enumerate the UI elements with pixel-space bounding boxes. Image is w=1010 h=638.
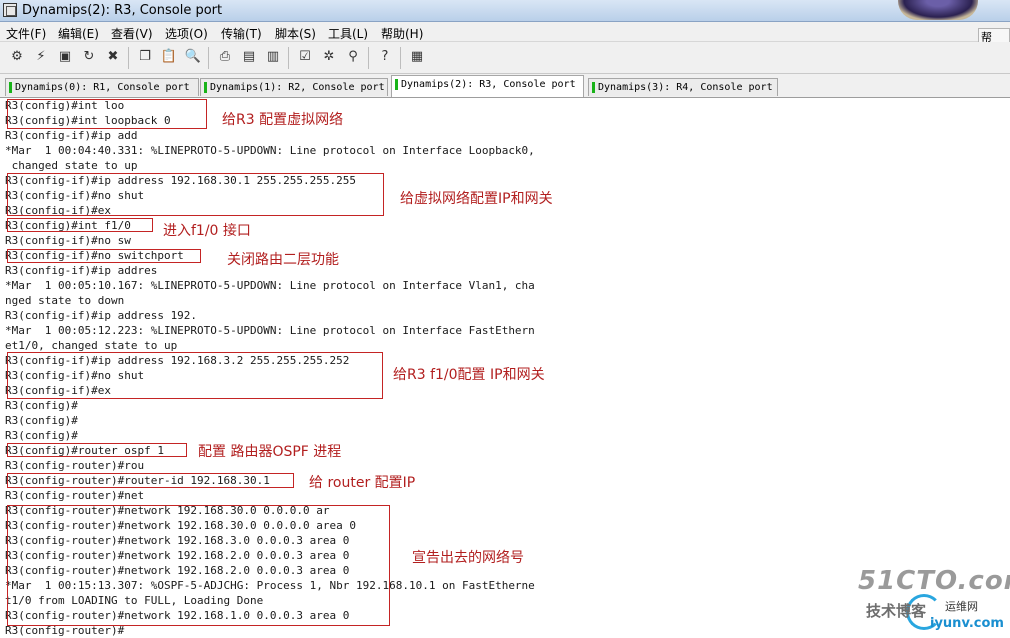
tab-status-indicator bbox=[9, 82, 12, 93]
print-icon[interactable]: ⎙ bbox=[216, 48, 234, 66]
keymap-icon[interactable]: ⚲ bbox=[344, 48, 362, 66]
paste-icon[interactable]: 📋 bbox=[160, 48, 178, 66]
menu-file[interactable]: 文件(F) bbox=[6, 25, 46, 42]
console-line: R3(config-if)#ip address 192. bbox=[5, 309, 198, 322]
print-setup-icon[interactable]: ▤ bbox=[240, 48, 258, 66]
terminal-console[interactable]: R3(config)#int loo R3(config)#int loopba… bbox=[0, 98, 1010, 638]
tab-label: Dynamips(1): R2, Console port bbox=[210, 82, 385, 93]
highlight-box bbox=[7, 99, 207, 129]
annotation-f1-0-ip: 给R3 f1/0配置 IP和网关 bbox=[393, 367, 545, 383]
session-tab-strip: Dynamips(0): R1, Console port Dynamips(1… bbox=[0, 74, 1010, 98]
toolbar-separator bbox=[288, 47, 289, 69]
quick-connect-icon[interactable]: ⚡ bbox=[32, 48, 50, 66]
help-icon[interactable]: ? bbox=[376, 48, 394, 66]
menu-script[interactable]: 脚本(S) bbox=[275, 25, 316, 42]
highlight-box bbox=[7, 505, 390, 626]
tab-r3-console[interactable]: Dynamips(2): R3, Console port bbox=[391, 75, 584, 97]
menu-transfer[interactable]: 传输(T) bbox=[221, 25, 262, 42]
tab-status-indicator bbox=[592, 82, 595, 93]
connect-tab-icon[interactable]: ▣ bbox=[56, 48, 74, 66]
highlight-box bbox=[7, 352, 383, 399]
watermark-url: iyunv.com bbox=[930, 616, 1004, 631]
disconnect-icon[interactable]: ✖ bbox=[104, 48, 122, 66]
console-line: *Mar 1 00:05:12.223: %LINEPROTO-5-UPDOWN… bbox=[5, 324, 535, 337]
menu-edit[interactable]: 编辑(E) bbox=[58, 25, 99, 42]
print-screen-icon[interactable]: ▥ bbox=[264, 48, 282, 66]
annotation-virtual-network-ip: 给虚拟网络配置IP和网关 bbox=[400, 191, 553, 207]
annotation-router-id: 给 router 配置IP bbox=[309, 475, 416, 491]
console-line: *Mar 1 00:05:10.167: %LINEPROTO-5-UPDOWN… bbox=[5, 279, 535, 292]
watermark-blog: 技术博客 bbox=[866, 602, 927, 620]
console-line: changed state to up bbox=[5, 159, 138, 172]
console-line: nged state to down bbox=[5, 294, 125, 307]
highlight-box bbox=[7, 249, 201, 263]
console-line: R3(config-router)#rou bbox=[5, 459, 145, 472]
annotation-disable-layer2: 关闭路由二层功能 bbox=[227, 252, 339, 268]
toolbar-separator bbox=[208, 47, 209, 69]
console-line: R3(config-if)#ip add bbox=[5, 129, 138, 142]
tab-label: Dynamips(0): R1, Console port bbox=[15, 82, 190, 93]
watermark-sub: 运维网 bbox=[945, 600, 978, 613]
tab-status-indicator bbox=[395, 79, 398, 90]
menu-view[interactable]: 查看(V) bbox=[111, 25, 153, 42]
highlight-box bbox=[7, 443, 187, 457]
app-icon[interactable] bbox=[3, 3, 17, 17]
tab-label: Dynamips(2): R3, Console port bbox=[401, 79, 576, 90]
connect-icon[interactable]: ⚙ bbox=[8, 48, 26, 66]
console-line: *Mar 1 00:04:40.331: %LINEPROTO-5-UPDOWN… bbox=[5, 144, 535, 157]
console-line: R3(config-if)#ip addres bbox=[5, 264, 158, 277]
annotation-advertised-networks: 宣告出去的网络号 bbox=[412, 550, 524, 566]
menu-options[interactable]: 选项(O) bbox=[165, 25, 208, 42]
decorative-orb bbox=[898, 0, 978, 20]
console-line: R3(config)# bbox=[5, 429, 78, 442]
menu-bar: 文件(F) 编辑(E) 查看(V) 选项(O) 传输(T) 脚本(S) 工具(L… bbox=[0, 22, 1010, 42]
annotation-virtual-network: 给R3 配置虚拟网络 bbox=[222, 112, 344, 128]
console-line: R3(config-if)#no sw bbox=[5, 234, 131, 247]
console-line: et1/0, changed state to up bbox=[5, 339, 178, 352]
find-icon[interactable]: 🔍 bbox=[184, 48, 202, 66]
title-bar: Dynamips(2): R3, Console port bbox=[0, 0, 1010, 22]
tab-r2-console[interactable]: Dynamips(1): R2, Console port bbox=[200, 78, 388, 96]
tab-r1-console[interactable]: Dynamips(0): R1, Console port bbox=[5, 78, 199, 96]
reconnect-icon[interactable]: ↻ bbox=[80, 48, 98, 66]
menu-tools[interactable]: 工具(L) bbox=[328, 25, 368, 42]
watermark-brand: 51CTO.com bbox=[858, 566, 1010, 596]
tab-label: Dynamips(3): R4, Console port bbox=[598, 82, 773, 93]
console-line: R3(config-router)#net bbox=[5, 489, 145, 502]
toolbar-separator bbox=[368, 47, 369, 69]
session-options-icon[interactable]: ☑ bbox=[296, 48, 314, 66]
global-options-icon[interactable]: ✲ bbox=[320, 48, 338, 66]
copy-icon[interactable]: ❐ bbox=[136, 48, 154, 66]
console-line: R3(config)# bbox=[5, 399, 78, 412]
toolbar: ⚙ ⚡ ▣ ↻ ✖ ❐ 📋 🔍 ⎙ ▤ ▥ ☑ ✲ ⚲ ? ▦ bbox=[0, 42, 1010, 74]
tab-status-indicator bbox=[204, 82, 207, 93]
highlight-box bbox=[7, 218, 153, 232]
tab-r4-console[interactable]: Dynamips(3): R4, Console port bbox=[588, 78, 778, 96]
toolbar-separator bbox=[400, 47, 401, 69]
highlight-box bbox=[7, 473, 294, 488]
highlight-box bbox=[7, 173, 384, 216]
annotation-ospf-process: 配置 路由器OSPF 进程 bbox=[198, 444, 342, 460]
annotation-enter-interface: 进入f1/0 接口 bbox=[163, 223, 251, 239]
window-title: Dynamips(2): R3, Console port bbox=[22, 3, 223, 18]
tab-view-icon[interactable]: ▦ bbox=[408, 48, 426, 66]
console-line: R3(config)# bbox=[5, 414, 78, 427]
toolbar-separator bbox=[128, 47, 129, 69]
menu-help[interactable]: 帮助(H) bbox=[381, 25, 423, 42]
